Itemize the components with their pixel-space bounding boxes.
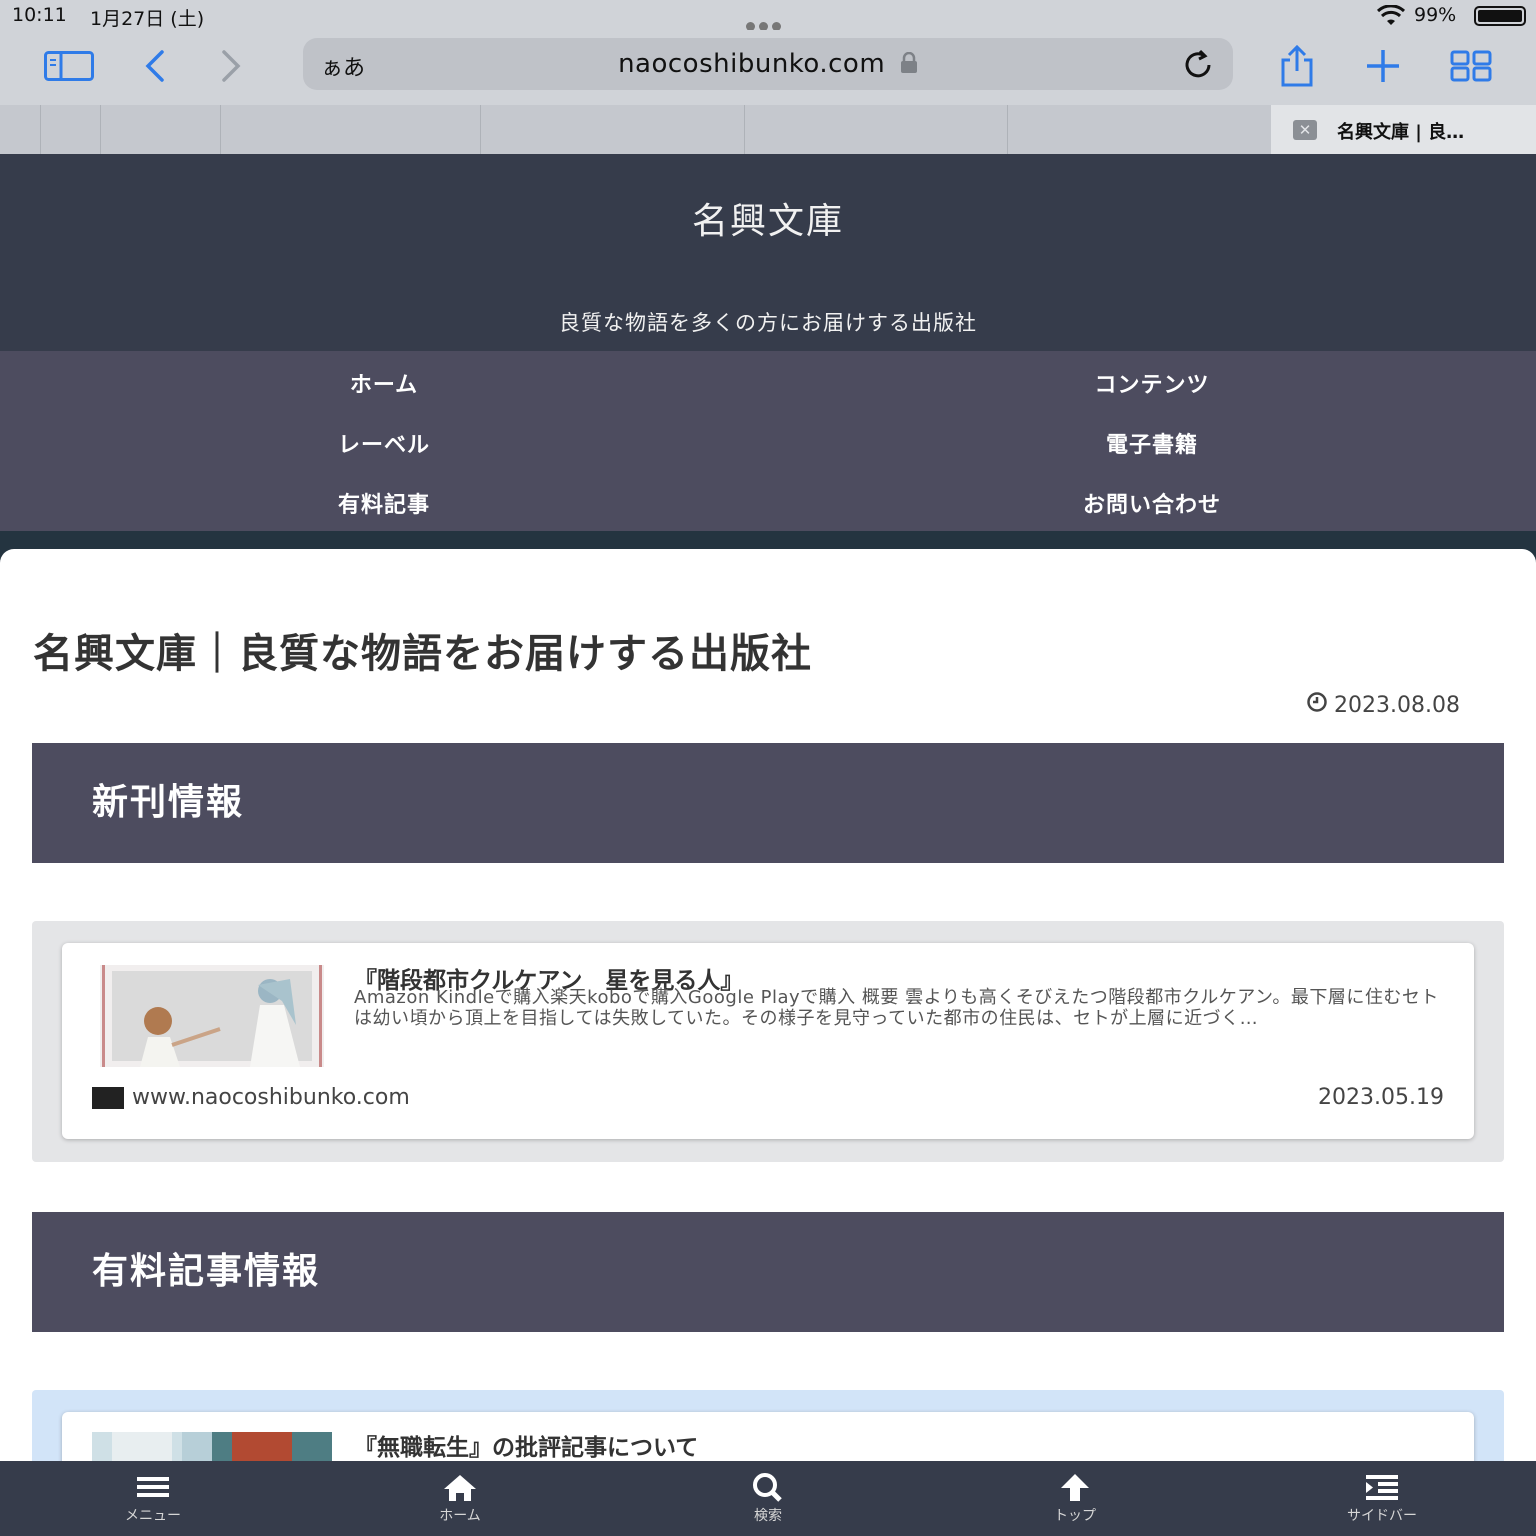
site-favicon-icon bbox=[92, 1086, 124, 1109]
multitasking-dots-icon[interactable] bbox=[746, 14, 790, 31]
sidebar-icon bbox=[1362, 1471, 1402, 1503]
forward-icon[interactable] bbox=[206, 44, 256, 88]
site-navigation: ホーム コンテンツ レーベル 電子書籍 有料記事 お問い合わせ bbox=[0, 351, 1536, 531]
nav-contact[interactable]: お問い合わせ bbox=[768, 487, 1536, 519]
home-icon bbox=[440, 1471, 480, 1503]
close-tab-icon[interactable]: ✕ bbox=[1293, 120, 1317, 140]
url-text: naocoshibunko.com bbox=[303, 49, 1233, 79]
card-site-url: www.naocoshibunko.com bbox=[132, 1085, 410, 1110]
tab-strip: ✕ 名興文庫 | 良… bbox=[0, 105, 1536, 154]
card-title-paid[interactable]: 『無職転生』の批評記事について bbox=[354, 1428, 698, 1461]
bottom-home-label: ホーム bbox=[439, 1508, 481, 1524]
lock-icon bbox=[894, 49, 918, 79]
active-tab[interactable]: ✕ 名興文庫 | 良… bbox=[1271, 105, 1536, 154]
page-title: 名興文庫｜良質な物語をお届けする出版社 bbox=[33, 631, 812, 677]
blog-card[interactable]: 『階段都市クルケアン 星を見る人』 Amazon Kindleで購入楽天kobo… bbox=[62, 943, 1474, 1139]
card-date: 2023.05.19 bbox=[1318, 1085, 1444, 1110]
url-label: naocoshibunko.com bbox=[618, 49, 886, 79]
bottom-search-label: 検索 bbox=[754, 1508, 782, 1524]
nav-label[interactable]: レーベル bbox=[0, 427, 768, 459]
nav-ebooks[interactable]: 電子書籍 bbox=[768, 427, 1536, 459]
browser-toolbar: ぁあ naocoshibunko.com bbox=[0, 30, 1536, 105]
status-bar: 10:11 1月27日 (土) 99% bbox=[0, 0, 1536, 32]
bottom-sidebar-button[interactable]: サイドバー bbox=[1322, 1461, 1442, 1536]
reload-icon[interactable] bbox=[1181, 48, 1215, 82]
blog-card-paid[interactable]: 『無職転生』の批評記事について bbox=[62, 1412, 1474, 1461]
bottom-top-label: トップ bbox=[1054, 1508, 1096, 1524]
card-excerpt: Amazon Kindleで購入楽天koboで購入Google Playで購入 … bbox=[354, 987, 1439, 1029]
bottom-menu-button[interactable]: メニュー bbox=[93, 1461, 213, 1536]
battery-icon bbox=[1474, 6, 1526, 26]
card-container: 『階段都市クルケアン 星を見る人』 Amazon Kindleで購入楽天kobo… bbox=[32, 921, 1504, 1162]
search-icon bbox=[748, 1471, 788, 1503]
card-thumbnail[interactable] bbox=[100, 965, 324, 1067]
bottom-navigation: メニュー ホーム 検索 トップ サイドバー bbox=[0, 1461, 1536, 1536]
bottom-top-button[interactable]: トップ bbox=[1015, 1461, 1135, 1536]
inactive-tabs[interactable] bbox=[0, 105, 1271, 154]
new-tab-icon[interactable] bbox=[1358, 44, 1408, 88]
nav-paid-articles[interactable]: 有料記事 bbox=[0, 487, 768, 519]
nav-home[interactable]: ホーム bbox=[0, 367, 768, 399]
status-date: 1月27日 (土) bbox=[90, 8, 205, 30]
share-icon[interactable] bbox=[1272, 44, 1322, 88]
site-tagline: 良質な物語を多くの方にお届けする出版社 bbox=[559, 311, 977, 335]
site-header: 名興文庫 良質な物語を多くの方にお届けする出版社 bbox=[0, 154, 1536, 351]
sidebar-toggle-icon[interactable] bbox=[44, 44, 94, 88]
nav-contents[interactable]: コンテンツ bbox=[768, 367, 1536, 399]
back-icon[interactable] bbox=[130, 44, 180, 88]
battery-percent: 99% bbox=[1414, 4, 1457, 26]
main-content: 名興文庫｜良質な物語をお届けする出版社 2023.08.08 新刊情報 『階段都… bbox=[0, 549, 1536, 1461]
active-tab-title: 名興文庫 | 良… bbox=[1337, 122, 1465, 143]
tab-overview-icon[interactable] bbox=[1446, 44, 1496, 88]
card-thumbnail-paid[interactable] bbox=[92, 1432, 332, 1461]
hamburger-icon bbox=[133, 1471, 173, 1503]
wifi-icon bbox=[1376, 4, 1406, 32]
bottom-sidebar-label: サイドバー bbox=[1347, 1508, 1417, 1524]
address-bar[interactable]: ぁあ naocoshibunko.com bbox=[303, 38, 1233, 90]
bottom-home-button[interactable]: ホーム bbox=[400, 1461, 520, 1536]
clock-icon bbox=[1306, 691, 1328, 719]
status-time: 10:11 bbox=[12, 4, 67, 26]
section-heading-new-releases: 新刊情報 bbox=[32, 743, 1504, 863]
card-site: www.naocoshibunko.com bbox=[92, 1085, 410, 1110]
arrow-up-icon bbox=[1055, 1471, 1095, 1503]
post-date-text: 2023.08.08 bbox=[1334, 692, 1460, 718]
section-heading-paid-articles: 有料記事情報 bbox=[32, 1212, 1504, 1332]
site-title[interactable]: 名興文庫 bbox=[0, 192, 1536, 244]
post-date: 2023.08.08 bbox=[1306, 691, 1460, 719]
bottom-menu-label: メニュー bbox=[125, 1508, 181, 1524]
card-container-paid: 『無職転生』の批評記事について bbox=[32, 1390, 1504, 1461]
bottom-search-button[interactable]: 検索 bbox=[708, 1461, 828, 1536]
